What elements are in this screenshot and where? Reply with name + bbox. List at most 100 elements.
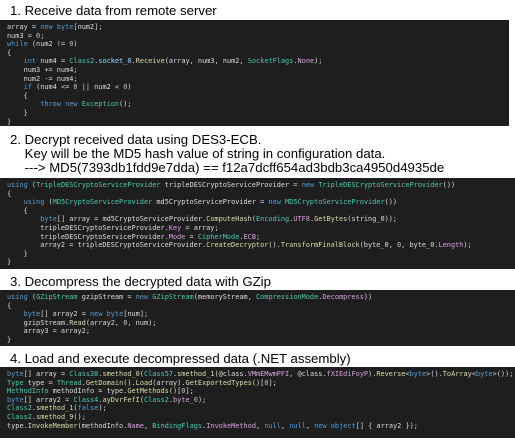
code-token: {: [7, 189, 12, 198]
code-token: [num];: [123, 310, 149, 319]
code-token: , byte_0.: [401, 241, 439, 250]
code-token: using: [7, 293, 32, 301]
code-token: tripleDESCryptoServiceProvider.: [7, 224, 169, 232]
code-token: InvokeMethod: [206, 421, 257, 430]
code-token: new: [301, 181, 319, 189]
code-line: }: [7, 118, 11, 126]
code-token: while: [7, 40, 32, 49]
code-token: smethod_1: [177, 370, 215, 378]
code-token: GZipStream: [36, 293, 78, 301]
code-token: new: [40, 23, 57, 31]
code-token: CompressionMode: [256, 293, 319, 301]
code-token: TripleDESCryptoServiceProvider: [318, 181, 443, 189]
code-token: MD5CryptoServiceProvider: [52, 198, 153, 207]
code-token: using: [7, 181, 32, 189]
code-line: using (GZipStream gzipStream = new GZipS…: [7, 293, 372, 302]
code-token: ,: [280, 421, 290, 430]
code-token: null: [289, 421, 306, 430]
code-token: ();: [119, 100, 132, 109]
code-token: num2 -= num4;: [7, 74, 78, 83]
code-token: array3 = array2;: [7, 327, 90, 336]
code-token: InvokeMember: [27, 421, 78, 430]
code-line: using (TripleDESCryptoServiceProvider tr…: [7, 181, 455, 190]
code-line: while (num2 != 0): [7, 40, 78, 49]
code-token: ()[: [251, 378, 265, 387]
code-token: }: [7, 336, 12, 344]
code-token: new object: [314, 421, 356, 430]
code-token: (byte_0,: [359, 241, 397, 250]
code-token: socket_0: [98, 57, 132, 66]
code-token: }: [7, 249, 28, 258]
code-token: );: [197, 395, 207, 404]
code-token: ;: [40, 31, 45, 40]
code-token: Class2: [7, 404, 32, 413]
code-token: [] array2 =: [23, 395, 74, 404]
code-token: GetDomain: [85, 378, 124, 387]
code-token: if: [23, 83, 37, 92]
code-token: ComputeHash: [206, 215, 252, 224]
code-token: [] array2 =: [40, 310, 91, 319]
code-token: {: [7, 48, 12, 57]
code-token: new: [90, 310, 107, 319]
code-token: TransformFinalBlock: [280, 241, 360, 250]
code-token: );: [98, 404, 107, 413]
code-token: =: [185, 232, 198, 241]
code-token: (array).: [152, 378, 186, 387]
code-token: Reverse: [376, 370, 406, 378]
code-token: >().: [426, 370, 443, 378]
code-token: [] { array2 });: [355, 421, 418, 430]
code-token: None: [297, 57, 315, 66]
code-token: smethod_9: [36, 413, 74, 421]
step1-code-panel: array = new byte[num2]; num3 = 0; while (n…: [0, 20, 509, 126]
code-token: CreateDecryptor: [206, 241, 269, 250]
code-token: new: [135, 293, 153, 301]
code-token: fXIEdiFoyP: [326, 370, 369, 378]
code-token: GetMethods: [127, 387, 169, 396]
code-token: methodInfo = type.: [48, 387, 128, 396]
code-line: array3 = array2;: [7, 327, 90, 336]
code-token: , num);: [127, 318, 157, 327]
code-token: byte: [56, 23, 74, 31]
code-token: );: [314, 57, 323, 66]
code-token: null: [264, 421, 281, 430]
code-token: );: [463, 241, 472, 250]
step2-code-panel: using (TripleDESCryptoServiceProvider tr…: [0, 178, 515, 269]
code-token: (string_0));: [347, 215, 398, 224]
code-token: ;: [255, 232, 261, 241]
code-token: Encoding: [255, 215, 290, 224]
code-token: ECB: [243, 232, 256, 241]
code-token: Decompress: [322, 293, 364, 301]
code-token: array2 = tripleDESCryptoServiceProvider.: [7, 241, 207, 250]
code-line: using (MD5CryptoServiceProvider md5Crypt…: [7, 198, 397, 207]
code-token: tripleDESCryptoServiceProvider.: [7, 232, 169, 241]
code-token: md5CryptoServiceProvider =: [152, 198, 269, 207]
step2-heading-line-1: 2. Decrypt received data using DES3-ECB.: [10, 132, 262, 147]
code-token: = array;: [181, 224, 219, 232]
code-token: MD5CryptoServiceProvider: [285, 198, 385, 207]
code-token: Type: [7, 378, 24, 387]
code-token: [num2];: [73, 23, 103, 31]
code-token: ().: [268, 241, 281, 250]
code-token: gzipStream =: [77, 293, 136, 301]
code-line: }: [7, 258, 11, 267]
code-token: VMmEMwmPFI: [247, 370, 290, 378]
code-token: ];: [268, 378, 277, 387]
code-token: (array2,: [85, 318, 124, 327]
code-token: tripleDESCryptoServiceProvider =: [160, 181, 302, 189]
code-token: byte_0: [173, 395, 198, 404]
code-token: byte: [7, 370, 24, 378]
code-token: num4 =: [40, 57, 70, 66]
code-token: Thread: [56, 378, 82, 387]
code-token: Load: [135, 378, 153, 387]
step2-heading-line-3: ---> MD5(7393db1fdd9e7dda) == f12a7dcff6…: [10, 160, 445, 175]
code-token: ,: [305, 421, 315, 430]
code-token: ): [127, 83, 132, 92]
code-token: array =: [7, 23, 41, 31]
code-token: byte: [475, 370, 493, 378]
code-token: false: [77, 404, 99, 413]
code-token: Mode: [168, 232, 186, 241]
code-token: Class4: [73, 395, 99, 404]
code-token: , @class.: [289, 370, 327, 378]
